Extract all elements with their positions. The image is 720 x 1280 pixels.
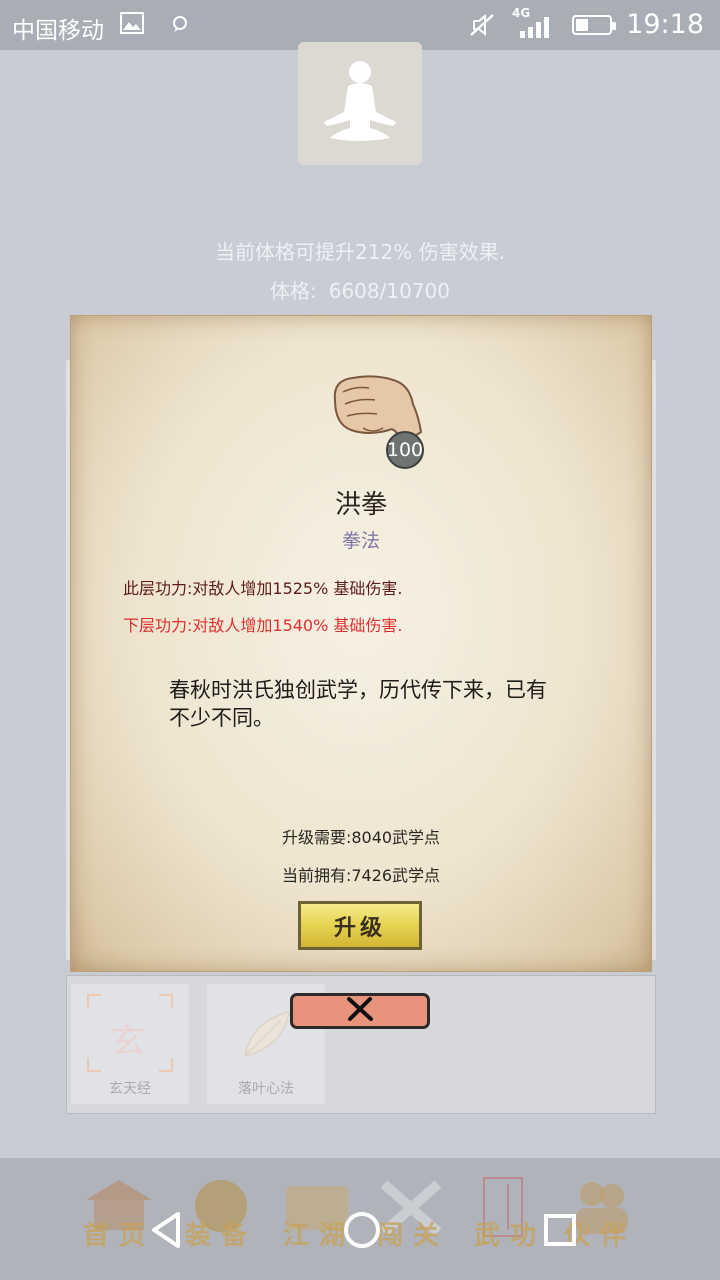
signal-icon (518, 16, 550, 44)
frame-corner (159, 994, 173, 1008)
carrier-name: 中国移动 (12, 18, 104, 44)
nav-item-challenge[interactable]: 闯关 (370, 1170, 456, 1270)
nav-item-equipment[interactable]: 装备 (180, 1170, 262, 1270)
skill-detail-dialog: 100 洪拳 拳法 此层功力:对敌人增加1525% 基础伤害. 下层功力:对敌人… (70, 315, 652, 972)
nav-label: 闯关 (376, 1221, 449, 1251)
list-item[interactable]: 玄 玄天经 (71, 984, 189, 1104)
clock: 19:18 (626, 9, 704, 40)
stat-value: 6608/10700 (328, 279, 450, 303)
chat-notification-icon (170, 14, 190, 40)
skill-name: 洪拳 (334, 490, 387, 520)
owned-points: 当前拥有:7426武学点 (281, 866, 441, 885)
nav-label: 首页 (82, 1221, 155, 1251)
nav-label: 武功 (473, 1221, 546, 1251)
upgrade-cost: 升级需要:8040武学点 (281, 828, 441, 847)
leaf-icon (237, 1004, 297, 1068)
mute-icon (468, 12, 496, 44)
list-item-label: 玄天经 (109, 1081, 151, 1097)
constitution-stat: 体格: 6608/10700 (0, 275, 720, 304)
frame-corner (159, 1058, 173, 1072)
next-effect: 下层功力:对敌人增加1540% 基础伤害. (123, 616, 403, 635)
frame-corner (87, 1058, 101, 1072)
current-effect: 此层功力:对敌人增加1525% 基础伤害. (123, 579, 403, 598)
nav-item-martial-arts[interactable]: 武功 (470, 1170, 550, 1270)
frame-corner (87, 994, 101, 1008)
skill-level-badge: 100 (386, 431, 424, 469)
back-icon[interactable] (150, 1210, 182, 1254)
skill-description: 春秋时洪氏独创武学，历代传下来，已有不少不同。 (169, 678, 547, 730)
meditation-figure-icon (298, 42, 422, 165)
home-circle-icon[interactable] (342, 1210, 382, 1254)
skill-type: 拳法 (341, 530, 380, 552)
xuantian-glyph-icon: 玄 (111, 1022, 145, 1062)
upgrade-button[interactable]: 升级 (298, 901, 422, 950)
stat-label: 体格: (269, 279, 317, 303)
list-item-label: 落叶心法 (238, 1081, 294, 1097)
close-button[interactable] (290, 993, 430, 1029)
battery-icon (572, 15, 616, 35)
nav-label: 装备 (184, 1221, 257, 1251)
recent-apps-icon[interactable] (543, 1213, 577, 1251)
nav-item-home[interactable]: 首页 (78, 1170, 160, 1270)
boost-description: 当前体格可提升212% 伤害效果. (215, 240, 505, 264)
close-x-icon (345, 996, 375, 1026)
gallery-notification-icon (120, 12, 144, 40)
